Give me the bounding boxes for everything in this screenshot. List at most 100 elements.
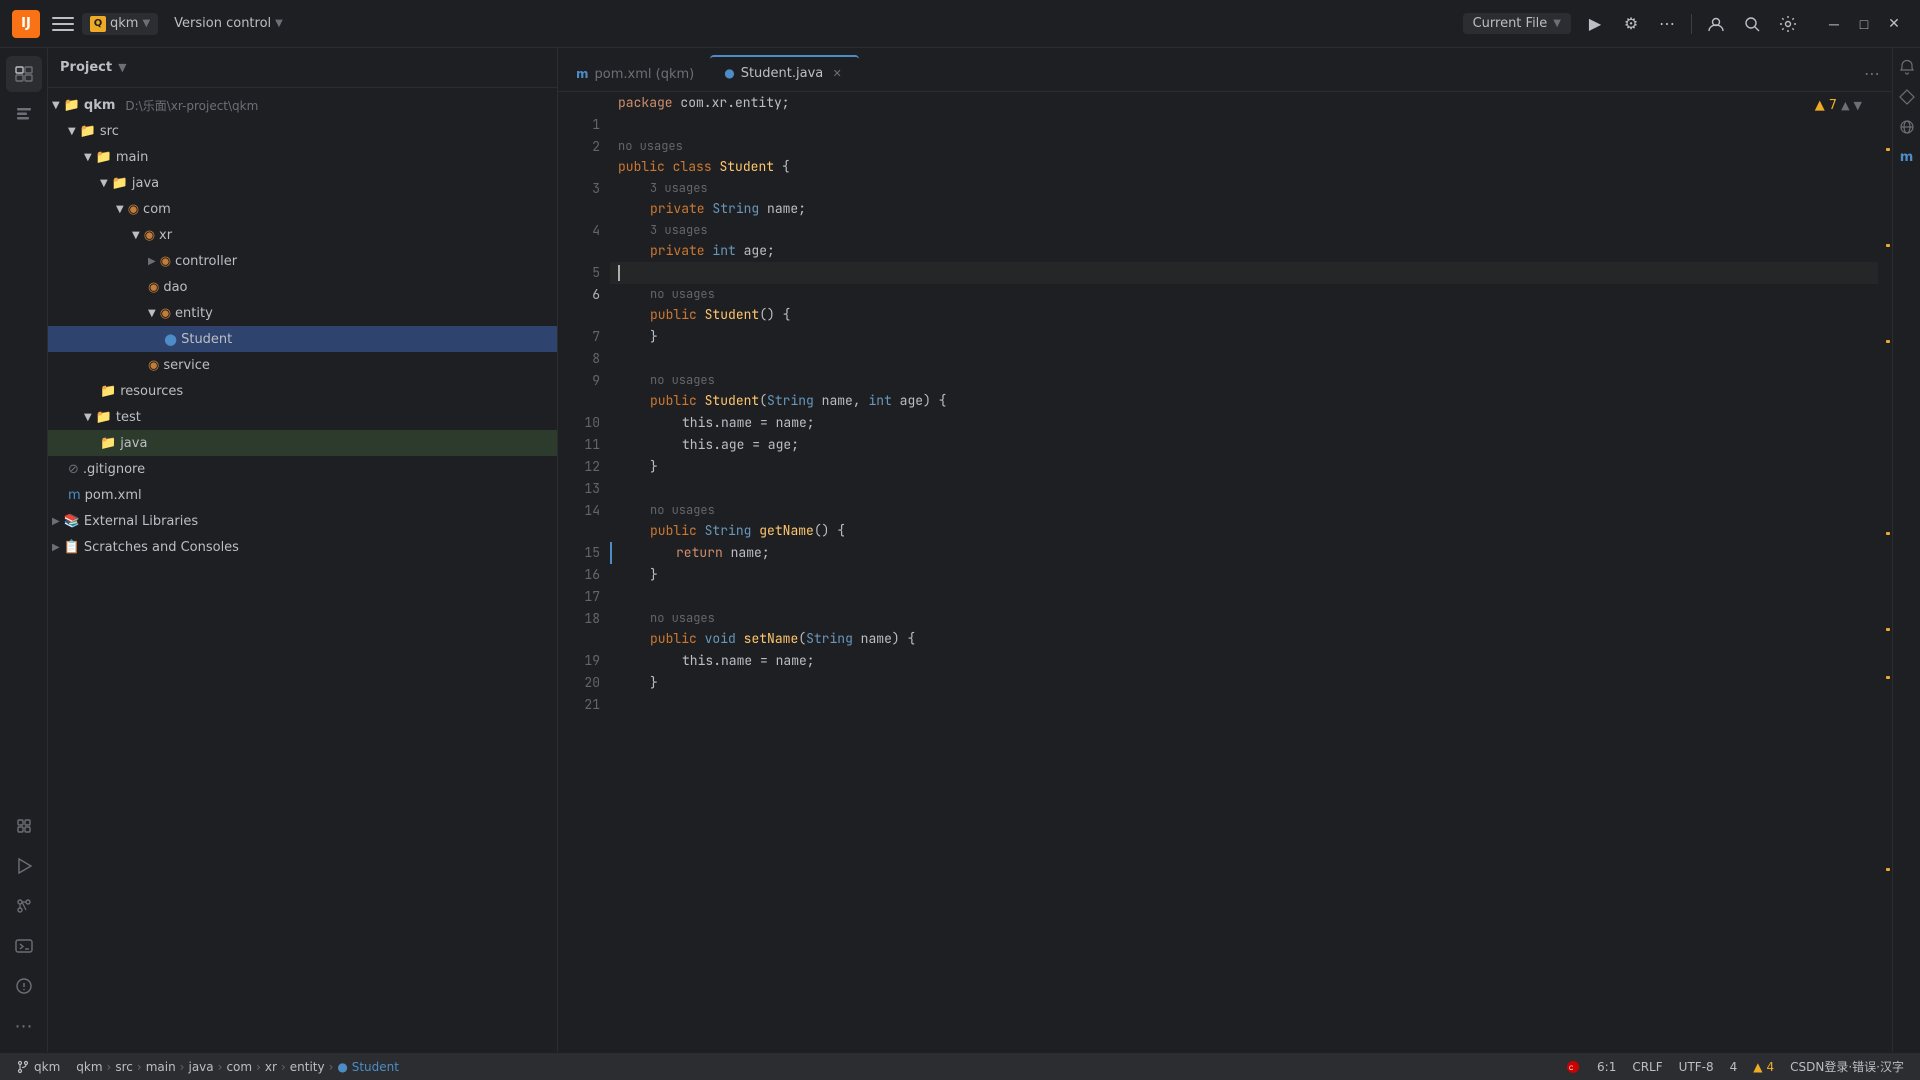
run-button[interactable]: ▶ <box>1579 8 1611 40</box>
tab-close-student[interactable]: ✕ <box>829 65 845 81</box>
activity-structure[interactable] <box>6 96 42 132</box>
code-text[interactable]: package com.xr.entity; no usages public … <box>610 92 1878 1052</box>
chevron-down-icon: ▼ <box>275 18 283 29</box>
indent-label: 4 <box>1730 1060 1738 1074</box>
hamburger-menu[interactable] <box>52 13 74 35</box>
status-encoding[interactable]: UTF-8 <box>1671 1060 1722 1074</box>
bc-qkm: qkm <box>76 1060 102 1074</box>
scrollbar-panel[interactable] <box>1878 92 1892 1052</box>
tree-item-dao[interactable]: ◉ dao <box>48 274 557 300</box>
hint-line-10: no usages <box>610 370 1878 390</box>
code-line-15: public String getName() { <box>610 520 1878 542</box>
tree-label: test <box>116 410 141 425</box>
status-git-branch[interactable]: qkm <box>8 1053 68 1080</box>
tree-item-src[interactable]: ▼ 📁 src <box>48 118 557 144</box>
tree-item-external-libs[interactable]: ▶ 📚 External Libraries <box>48 508 557 534</box>
tree-label: dao <box>163 280 187 295</box>
maximize-button[interactable]: □ <box>1850 10 1878 38</box>
hint-line-15: no usages <box>610 500 1878 520</box>
tree-item-com[interactable]: ▼ ◉ com <box>48 196 557 222</box>
status-warnings-bar[interactable]: ▲ 4 <box>1745 1060 1782 1074</box>
run-config-selector[interactable]: Current File ▼ <box>1463 13 1571 34</box>
package-icon: ◉ <box>160 306 171 321</box>
expand-icon: ▼ <box>84 412 92 423</box>
activity-more[interactable]: ⋯ <box>6 1008 42 1044</box>
status-position[interactable]: 6:1 <box>1589 1060 1624 1074</box>
tree-item-service[interactable]: ◉ service <box>48 352 557 378</box>
tab-pom[interactable]: m pom.xml (qkm) <box>562 55 708 91</box>
tree-item-qkm[interactable]: ▼ 📁 qkm D:\乐面\xr-project\qkm <box>48 92 557 118</box>
line-num-16: 16 <box>558 564 610 586</box>
more-actions-button[interactable]: ⋯ <box>1651 8 1683 40</box>
minimize-button[interactable]: ─ <box>1820 10 1848 38</box>
status-bar: qkm qkm › src › main › java › com › xr ›… <box>0 1052 1920 1080</box>
tree-item-java-main[interactable]: ▼ 📁 java <box>48 170 557 196</box>
current-file-label: Current File <box>1473 16 1548 31</box>
tree-item-java-test[interactable]: 📁 java <box>48 430 557 456</box>
project-selector[interactable]: Q qkm ▼ <box>82 13 158 35</box>
bc-entity: entity <box>290 1060 325 1074</box>
world-button[interactable] <box>1896 116 1918 138</box>
tree-item-student[interactable]: ● Student <box>48 326 557 352</box>
chevron-down-icon: ▼ <box>142 18 150 29</box>
expand-icon: ▼ <box>52 100 60 111</box>
tree-label: src <box>100 124 119 139</box>
tree-item-scratches[interactable]: ▶ 📋 Scratches and Consoles <box>48 534 557 560</box>
code-line-7: public Student() { <box>610 304 1878 326</box>
line-num-14: 14 <box>558 500 610 522</box>
tree-item-test[interactable]: ▼ 📁 test <box>48 404 557 430</box>
account-button[interactable] <box>1700 8 1732 40</box>
chevron-down-icon: ▼ <box>1854 99 1862 112</box>
code-line-4: private String name; <box>610 198 1878 220</box>
activity-problems[interactable] <box>6 968 42 1004</box>
status-right: C 6:1 CRLF UTF-8 4 ▲ 4 CSDN登录·错误·汉字 <box>1557 1058 1912 1075</box>
activity-project[interactable] <box>6 56 42 92</box>
hint-line-7: no usages <box>610 284 1878 304</box>
tab-student[interactable]: ● Student.java ✕ <box>710 55 859 91</box>
activity-git[interactable] <box>6 888 42 924</box>
folder-icon: 📁 <box>96 150 112 165</box>
folder-icon: 📁 <box>96 410 112 425</box>
search-button[interactable] <box>1736 8 1768 40</box>
tree-label: qkm <box>84 98 116 113</box>
settings-button[interactable] <box>1772 8 1804 40</box>
maven-button[interactable]: m <box>1896 146 1918 168</box>
expand-icon: ▼ <box>132 230 140 241</box>
line-num-10: 10 <box>558 412 610 434</box>
chevron-down-icon: ▼ <box>118 61 126 74</box>
code-editor: ▲ 7 ▲ ▼ 1 2 3 4 5 6 7 8 9 <box>558 92 1892 1052</box>
tree-item-xr[interactable]: ▼ ◉ xr <box>48 222 557 248</box>
close-button[interactable]: ✕ <box>1880 10 1908 38</box>
status-csdn[interactable]: C <box>1557 1059 1589 1075</box>
status-indent[interactable]: 4 <box>1722 1060 1746 1074</box>
tree-label: Student <box>181 332 232 347</box>
status-line-ending[interactable]: CRLF <box>1624 1060 1670 1074</box>
line-num-18: 18 <box>558 608 610 630</box>
editor-tab-bar: m pom.xml (qkm) ● Student.java ✕ ⋯ <box>558 48 1892 92</box>
tree-item-resources[interactable]: 📁 resources <box>48 378 557 404</box>
code-line-13: } <box>610 456 1878 478</box>
code-line-16: return name; <box>610 542 1878 564</box>
activity-terminal[interactable] <box>6 928 42 964</box>
status-lang[interactable]: CSDN登录·错误·汉字 <box>1782 1058 1912 1075</box>
activity-plugins[interactable] <box>6 808 42 844</box>
package-icon: ◉ <box>148 358 159 373</box>
lang-label: CSDN登录·错误·汉字 <box>1790 1058 1904 1075</box>
debug-button[interactable]: ⚙ <box>1615 8 1647 40</box>
plugins-right-button[interactable] <box>1896 86 1918 108</box>
notifications-button[interactable] <box>1896 56 1918 78</box>
warnings-indicator[interactable]: ▲ 7 ▲ ▼ <box>1815 98 1862 113</box>
tree-item-controller[interactable]: ▶ ◉ controller <box>48 248 557 274</box>
project-tree: ▼ 📁 qkm D:\乐面\xr-project\qkm ▼ 📁 src ▼ 📁… <box>48 88 557 1052</box>
student-bc-icon: ● <box>337 1060 347 1074</box>
activity-run[interactable] <box>6 848 42 884</box>
tree-item-entity[interactable]: ▼ ◉ entity <box>48 300 557 326</box>
expand-icon: ▼ <box>148 308 156 319</box>
right-sidebar: m <box>1892 48 1920 1052</box>
vcs-selector[interactable]: Version control ▼ <box>166 13 291 34</box>
tab-more-button[interactable]: ⋯ <box>1856 55 1888 91</box>
tree-item-main[interactable]: ▼ 📁 main <box>48 144 557 170</box>
tree-item-pom[interactable]: m pom.xml <box>48 482 557 508</box>
code-line-3: public class Student { <box>610 156 1878 178</box>
tree-item-gitignore[interactable]: ⊘ .gitignore <box>48 456 557 482</box>
